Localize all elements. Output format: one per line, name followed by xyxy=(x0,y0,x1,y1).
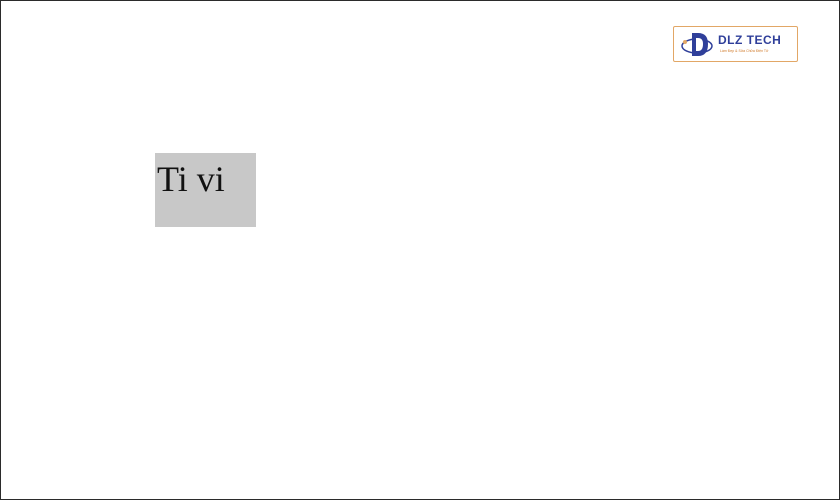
logo-name: DLZ TECH xyxy=(718,33,782,47)
brand-logo: DLZ TECH Làm Đẹp & Sửa Chữa Điện Tử xyxy=(673,26,798,62)
highlighted-cell[interactable]: Ti vi xyxy=(155,153,256,227)
document-canvas: Ti vi DLZ TECH Làm Đẹp & Sửa Chữa Điện T… xyxy=(0,0,840,500)
cell-text: Ti vi xyxy=(157,159,225,199)
dlz-logo-mark-icon xyxy=(681,33,713,56)
logo-tagline: Làm Đẹp & Sửa Chữa Điện Tử xyxy=(720,49,769,53)
